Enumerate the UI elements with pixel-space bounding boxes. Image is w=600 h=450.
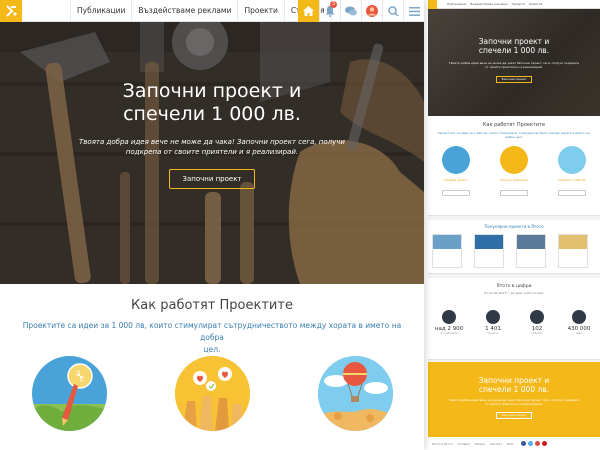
footer-link: Помощ <box>474 441 485 446</box>
nav-icons: 3 <box>298 0 424 22</box>
nav-links: Публикации Въздействаме реклами Проекти … <box>70 0 332 22</box>
start-project-button[interactable]: Започни проект <box>169 169 255 189</box>
avatar[interactable] <box>361 0 382 22</box>
preview-popular-title: Популярни проекти в Ятото <box>484 224 544 229</box>
win-money-illustration <box>318 356 393 431</box>
preview-nav-link: Проекти <box>511 2 525 6</box>
preview-step-1-illustration <box>442 146 470 174</box>
preview-step-3-label: Спечели 1 000 лв. <box>557 178 587 182</box>
screenshot-stage: Публикации Въздействаме реклами Проекти … <box>0 0 600 450</box>
hero-title-line-1: Започни проект и <box>122 80 302 102</box>
preview-footer: Ятото в Ятото Условия Помощ Контакт Блог <box>428 437 600 450</box>
preview-project-card <box>432 234 462 268</box>
home-icon[interactable] <box>298 0 319 22</box>
stat-label: лева <box>575 332 583 335</box>
menu-icon[interactable] <box>403 0 424 22</box>
preview-nav-link: Въздействаме реклами <box>470 2 508 6</box>
nav-link-projects[interactable]: Проекти <box>237 0 283 22</box>
preview-cta-section: Започни проект и спечели 1 000 лв. Твоят… <box>428 362 600 437</box>
preview-step-1-button <box>442 190 470 196</box>
nav-link-publications[interactable]: Публикации <box>70 0 131 22</box>
money-icon <box>572 310 586 324</box>
preview-stat: 1 401 проекта <box>478 310 508 335</box>
preview-project-card <box>516 234 546 268</box>
hero-subtitle: Твоята добра идея вече не може да чака! … <box>60 137 364 157</box>
preview-hero-title-line-2: спечели 1 000 лв. <box>478 46 550 55</box>
hero-subtitle-line-2: подкрепа от своите приятели и я реализир… <box>125 148 299 156</box>
preview-nav-link: Събития <box>528 2 543 6</box>
preview-hero: Започни проект и спечели 1 000 лв. Твоят… <box>428 9 600 116</box>
users-icon <box>442 310 456 324</box>
preview-project-card <box>474 234 504 268</box>
stat-label: събития <box>531 332 543 335</box>
google-plus-icon <box>534 441 540 446</box>
search-icon[interactable] <box>382 0 403 22</box>
events-icon <box>530 310 544 324</box>
facebook-icon <box>520 441 526 446</box>
preview-cta-title-line-2: спечели 1 000 лв. <box>478 385 550 394</box>
footer-link: Ятото в Ятото <box>432 441 453 446</box>
full-page-preview: Публикации Въздействаме реклами Проекти … <box>428 0 600 450</box>
preview-step-1-label: Създай проект <box>444 178 468 182</box>
preview-logo-icon <box>428 0 437 9</box>
hero-title-line-2: спечели 1 000 лв. <box>123 103 301 125</box>
hero-subtitle-line-1: Твоята добра идея вече не може да чака! … <box>79 138 345 146</box>
preview-step-3-button <box>558 190 586 196</box>
main-page: Публикации Въздействаме реклами Проекти … <box>0 0 424 450</box>
preview-project-card <box>558 234 588 268</box>
preview-step-2-illustration <box>500 146 528 174</box>
preview-hero-subtitle: Твоята добра идея вече не може да чака! … <box>448 61 580 69</box>
preview-stats-title: Ятото в цифри <box>496 284 532 289</box>
preview-nav-link: Публикации <box>447 2 467 6</box>
twitter-icon <box>527 441 533 446</box>
preview-stats-section: Ятото в цифри От 01.01.2013 г. до днес в… <box>428 278 600 360</box>
youtube-icon <box>541 441 547 446</box>
preview-step-2-button <box>500 190 528 196</box>
how-text-line-1: Проектите са идеи за 1 000 лв, които сти… <box>22 321 402 342</box>
preview-navbar: Публикации Въздействаме реклами Проекти … <box>428 0 600 9</box>
create-project-illustration <box>32 356 107 431</box>
how-it-works-text: Проектите са идеи за 1 000 лв, които сти… <box>14 320 410 356</box>
preview-stat: 102 събития <box>522 310 552 335</box>
top-navbar: Публикации Въздействаме реклами Проекти … <box>0 0 424 22</box>
preview-hero-button: Започни проект <box>496 76 532 83</box>
stat-label: проекта <box>487 332 499 335</box>
notifications-icon[interactable]: 3 <box>319 0 340 22</box>
preview-hero-title: Започни проект и спечели 1 000 лв. <box>428 37 600 55</box>
preview-how-section: Как работят Проектите Проектите са идеи … <box>428 116 600 216</box>
preview-step-3-illustration <box>558 146 586 174</box>
nav-link-ads[interactable]: Въздействаме реклами <box>131 0 237 22</box>
preview-cta-subtitle: Твоята добра идея вече не може да чака! … <box>448 398 580 406</box>
preview-hero-title-line-1: Започни проект и <box>478 37 550 46</box>
preview-cta-title: Започни проект и спечели 1 000 лв. <box>428 376 600 394</box>
footer-link: Условия <box>457 441 470 446</box>
preview-stats-subtitle: От 01.01.2013 г. до днес в Ятото има: <box>483 291 544 295</box>
notification-badge: 3 <box>330 1 337 8</box>
preview-step-2-label: Получи подкрепа <box>500 178 528 182</box>
projects-icon <box>486 310 500 324</box>
how-it-works-title: Как работят Проектите <box>131 298 293 313</box>
preview-popular-section: Популярни проекти в Ятото <box>428 220 600 274</box>
preview-stat: над 2 900 потребители <box>434 310 464 335</box>
preview-cta-title-line-1: Започни проект и <box>478 376 550 385</box>
preview-how-title: Как работят Проектите <box>482 122 546 128</box>
preview-how-text: Проектите са идеи за 1 000 лв, които сти… <box>438 131 590 139</box>
how-text-line-2: цел. <box>203 345 221 354</box>
chat-icon[interactable] <box>340 0 361 22</box>
stat-label: потребители <box>440 332 458 335</box>
logo-icon[interactable] <box>0 0 22 22</box>
hero-section: Започни проект и спечели 1 000 лв. Твоят… <box>0 22 424 284</box>
preview-stat: 430 000 лева <box>564 310 594 335</box>
get-support-illustration <box>175 356 250 431</box>
footer-link: Контакт <box>489 441 503 446</box>
footer-link: Блог <box>507 441 514 446</box>
how-it-works-section: Как работят Проектите Проектите са идеи … <box>0 284 424 450</box>
hero-title: Започни проект и спечели 1 000 лв. <box>0 80 424 126</box>
preview-cta-button: Започни проект <box>496 412 532 419</box>
